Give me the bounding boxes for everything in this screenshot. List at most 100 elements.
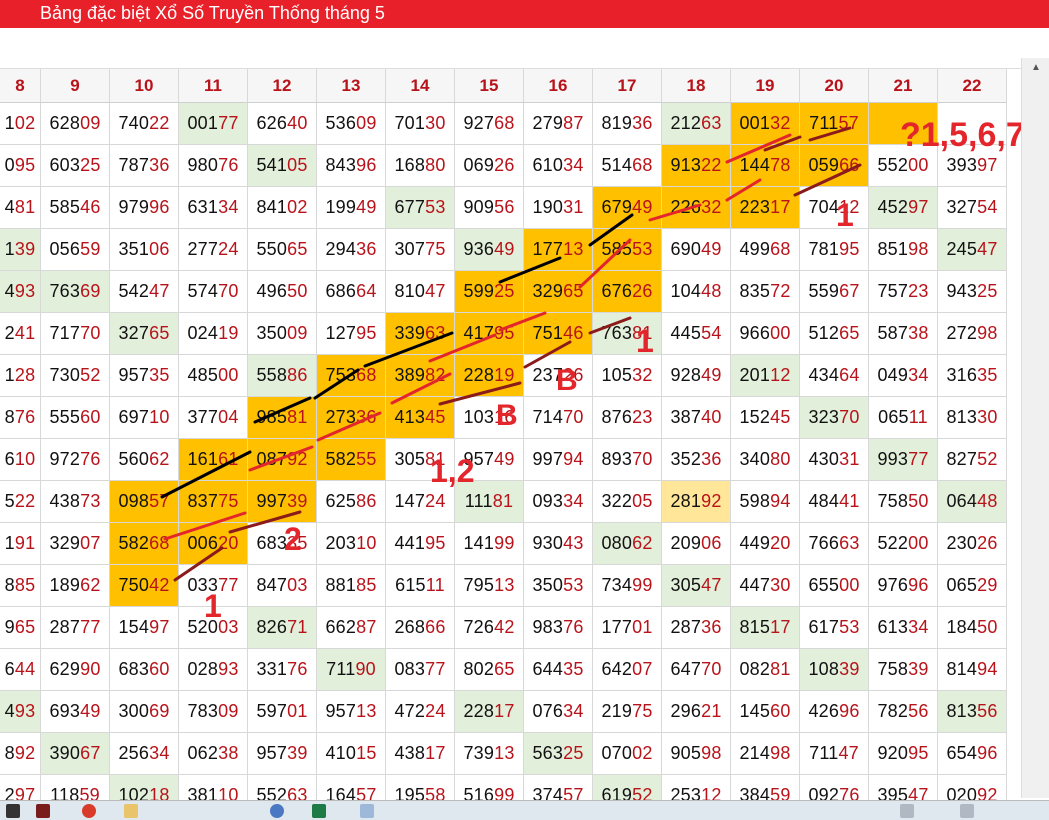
- table-cell: 499 68: [731, 229, 800, 271]
- table-cell: 782 56: [869, 691, 938, 733]
- cell-last-two-digits: 95: [908, 743, 929, 763]
- cell-last-two-digits: 65: [839, 323, 860, 343]
- cell-prefix: 4: [4, 197, 15, 217]
- cell-prefix: 843: [325, 155, 357, 175]
- cell-last-two-digits: 24: [425, 701, 446, 721]
- cell-prefix: 103: [463, 407, 495, 427]
- spreadsheet-icon[interactable]: [312, 804, 326, 818]
- cell-last-two-digits: 17: [770, 617, 791, 637]
- cell-last-two-digits: 98: [770, 743, 791, 763]
- table-cell: 542 47: [110, 271, 179, 313]
- cell-prefix: 389: [394, 365, 426, 385]
- cell-prefix: 006: [187, 533, 219, 553]
- cell-prefix: 177: [532, 239, 564, 259]
- tray-icon[interactable]: [960, 804, 974, 818]
- table-cell: 300 69: [110, 691, 179, 733]
- table-cell: 147 24: [386, 481, 455, 523]
- cell-last-two-digits: 56: [494, 197, 515, 217]
- cell-prefix: 603: [49, 155, 81, 175]
- cell-last-two-digits: 30: [770, 575, 791, 595]
- table-cell: 704 12: [800, 187, 869, 229]
- table-cell: 1 91: [0, 523, 41, 565]
- table-cell: 080 62: [593, 523, 662, 565]
- cell-prefix: 277: [187, 239, 219, 259]
- table-cell: 625 86: [317, 481, 386, 523]
- table-cell: 957 49: [455, 439, 524, 481]
- cell-last-two-digits: 77: [80, 617, 101, 637]
- cell-last-two-digits: 95: [839, 239, 860, 259]
- folder-icon[interactable]: [124, 804, 138, 818]
- cell-prefix: 108: [808, 659, 840, 679]
- cell-prefix: 740: [118, 113, 150, 133]
- cell-last-two-digits: 48: [977, 491, 998, 511]
- cell-last-two-digits: 65: [149, 323, 170, 343]
- browser-icon[interactable]: [82, 804, 96, 818]
- taskbar-app-icon[interactable]: [360, 804, 374, 818]
- table-cell: 676 26: [593, 271, 662, 313]
- table-cell: 815 17: [731, 607, 800, 649]
- vertical-scrollbar[interactable]: ▲: [1021, 58, 1049, 798]
- cell-prefix: 028: [187, 659, 219, 679]
- cell-last-two-digits: 13: [494, 743, 515, 763]
- cell-last-two-digits: 20: [218, 533, 239, 553]
- table-cell: 083 77: [386, 649, 455, 691]
- taskbar-app-icon[interactable]: [36, 804, 50, 818]
- table-cell: 739 13: [455, 733, 524, 775]
- table-cell: 943 25: [938, 271, 1007, 313]
- cell-prefix: 177: [601, 617, 633, 637]
- table-cell: 555 60: [41, 397, 110, 439]
- cell-prefix: 445: [670, 323, 702, 343]
- tray-icon[interactable]: [900, 804, 914, 818]
- column-header-16: 16: [524, 69, 593, 103]
- table-cell: 168 80: [386, 145, 455, 187]
- cell-last-two-digits: 78: [770, 155, 791, 175]
- table-cell: 8 92: [0, 733, 41, 775]
- table-cell: 909 56: [455, 187, 524, 229]
- table-cell: 514 68: [593, 145, 662, 187]
- cell-prefix: 6: [4, 449, 15, 469]
- cell-last-two-digits: 95: [494, 323, 515, 343]
- cell-last-two-digits: 40: [701, 407, 722, 427]
- cell-prefix: 957: [118, 365, 150, 385]
- cell-prefix: 815: [739, 617, 771, 637]
- table-cell: 813 30: [938, 397, 1007, 439]
- table-cell: 141 99: [455, 523, 524, 565]
- cell-prefix: 1: [4, 365, 15, 385]
- cell-last-two-digits: 34: [218, 197, 239, 217]
- taskbar-app-icon[interactable]: [6, 804, 20, 818]
- table-cell: 070 02: [593, 733, 662, 775]
- scroll-up-arrow-icon[interactable]: ▲: [1022, 58, 1049, 76]
- cell-last-two-digits: 07: [80, 533, 101, 553]
- cell-prefix: 711: [326, 659, 356, 679]
- cell-prefix: 209: [670, 533, 702, 553]
- cell-prefix: 484: [808, 491, 840, 511]
- cell-last-two-digits: 72: [770, 281, 791, 301]
- cell-prefix: 485: [187, 365, 219, 385]
- cell-prefix: 763: [49, 281, 81, 301]
- cell-last-two-digits: 93: [14, 701, 36, 721]
- table-cell: 813 56: [938, 691, 1007, 733]
- table-cell: 184 50: [938, 607, 1007, 649]
- table-cell: 277 24: [179, 229, 248, 271]
- cell-prefix: 430: [808, 449, 840, 469]
- column-header-17: 17: [593, 69, 662, 103]
- cell-prefix: 294: [325, 239, 357, 259]
- cell-last-two-digits: 31: [839, 449, 860, 469]
- cell-last-two-digits: 65: [14, 617, 36, 637]
- cell-last-two-digits: 60: [149, 659, 170, 679]
- cell-prefix: 452: [877, 197, 909, 217]
- table-cell: 654 96: [938, 733, 1007, 775]
- cell-prefix: 472: [394, 701, 426, 721]
- cell-last-two-digits: 23: [632, 407, 653, 427]
- table-cell: 893 70: [593, 439, 662, 481]
- cell-last-two-digits: 49: [356, 197, 377, 217]
- cell-prefix: 256: [118, 743, 150, 763]
- table-cell: 711 57: [800, 103, 869, 145]
- table-cell: 1 28: [0, 355, 41, 397]
- cell-last-two-digits: 11: [425, 575, 445, 595]
- cell-last-two-digits: 96: [356, 155, 377, 175]
- taskbar-app-icon[interactable]: [270, 804, 284, 818]
- cell-prefix: 559: [808, 281, 840, 301]
- cell-last-two-digits: 50: [287, 281, 308, 301]
- table-cell: 438 73: [41, 481, 110, 523]
